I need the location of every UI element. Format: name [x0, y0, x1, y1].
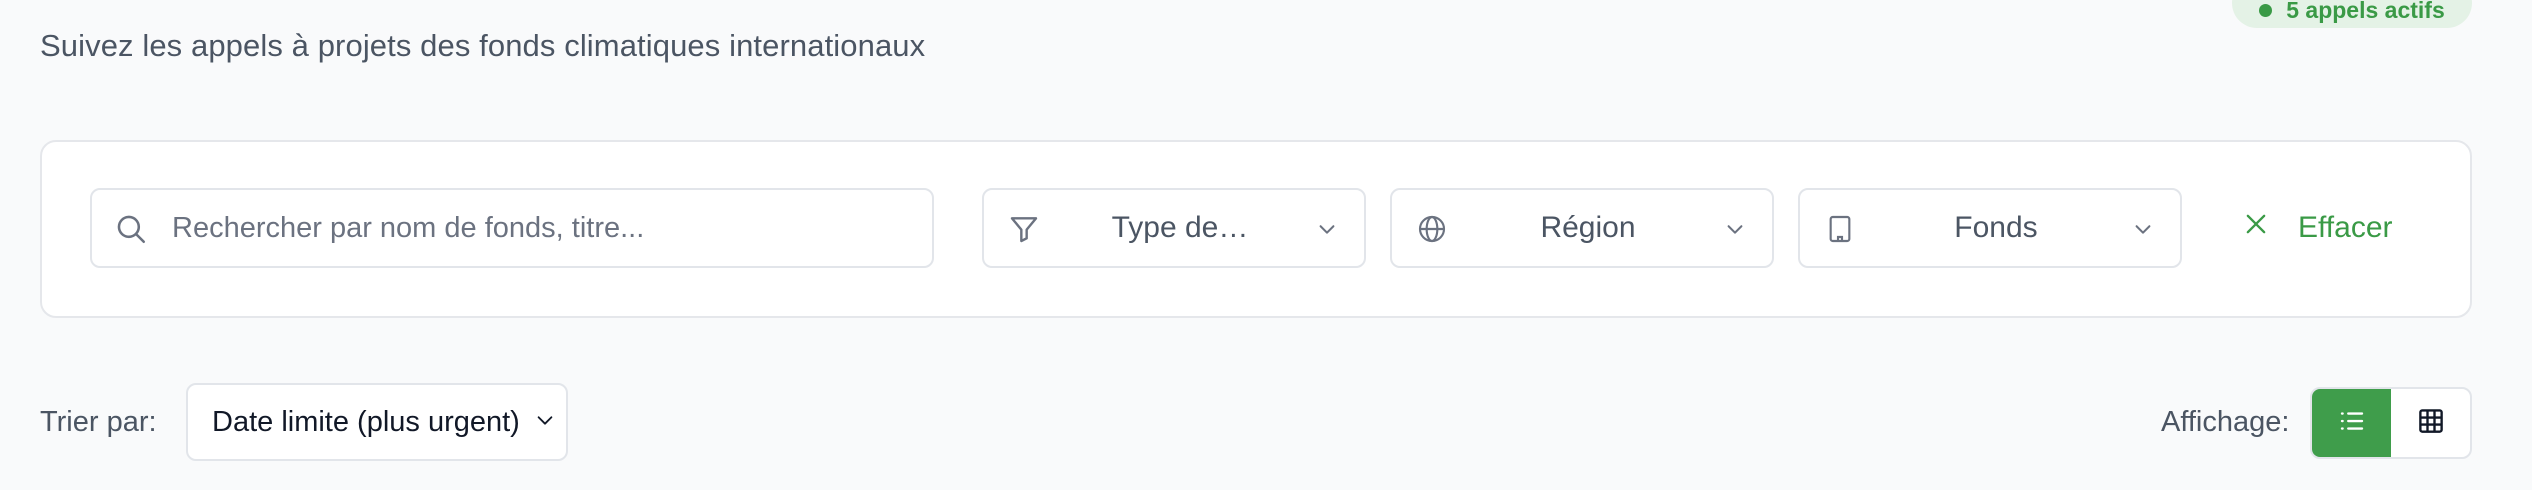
sort-label: Trier par: [40, 406, 157, 438]
search-field[interactable] [90, 188, 934, 268]
view-label: Affichage: [2161, 406, 2290, 438]
active-calls-badge: 5 appels actifs [2232, 0, 2472, 28]
type-filter-label: Type de… [1111, 211, 1249, 244]
chevron-down-icon [534, 406, 556, 439]
page-subtitle: Suivez les appels à projets des fonds cl… [40, 28, 926, 63]
active-calls-label: 5 appels actifs [2286, 0, 2445, 23]
clear-filters-button[interactable]: Effacer [2230, 188, 2420, 268]
grid-icon [2416, 406, 2446, 441]
chevron-down-icon [2132, 218, 2154, 245]
clear-filters-label: Effacer [2298, 211, 2393, 244]
fund-filter-label: Fonds [1954, 211, 2038, 244]
search-icon [114, 212, 148, 251]
chevron-down-icon [1724, 218, 1746, 245]
chevron-down-icon [1316, 218, 1338, 245]
grid-view-button[interactable] [2391, 389, 2470, 457]
region-filter-select[interactable]: Région [1390, 188, 1774, 268]
status-dot [2259, 3, 2273, 17]
filter-icon [1008, 213, 1040, 250]
globe-icon [1416, 213, 1448, 250]
view-toggle [2310, 387, 2472, 459]
close-icon [2242, 210, 2270, 246]
type-filter-select[interactable]: Type de… [982, 188, 1366, 268]
sort-selected-value: Date limite (plus urgent) [212, 405, 520, 438]
fund-filter-select[interactable]: Fonds [1798, 188, 2182, 268]
search-input[interactable] [172, 190, 912, 266]
list-icon [2337, 406, 2367, 441]
list-view-button[interactable] [2312, 389, 2391, 457]
sort-select[interactable]: Date limite (plus urgent) [186, 383, 568, 461]
building-icon [1824, 213, 1856, 250]
region-filter-label: Région [1540, 211, 1636, 244]
